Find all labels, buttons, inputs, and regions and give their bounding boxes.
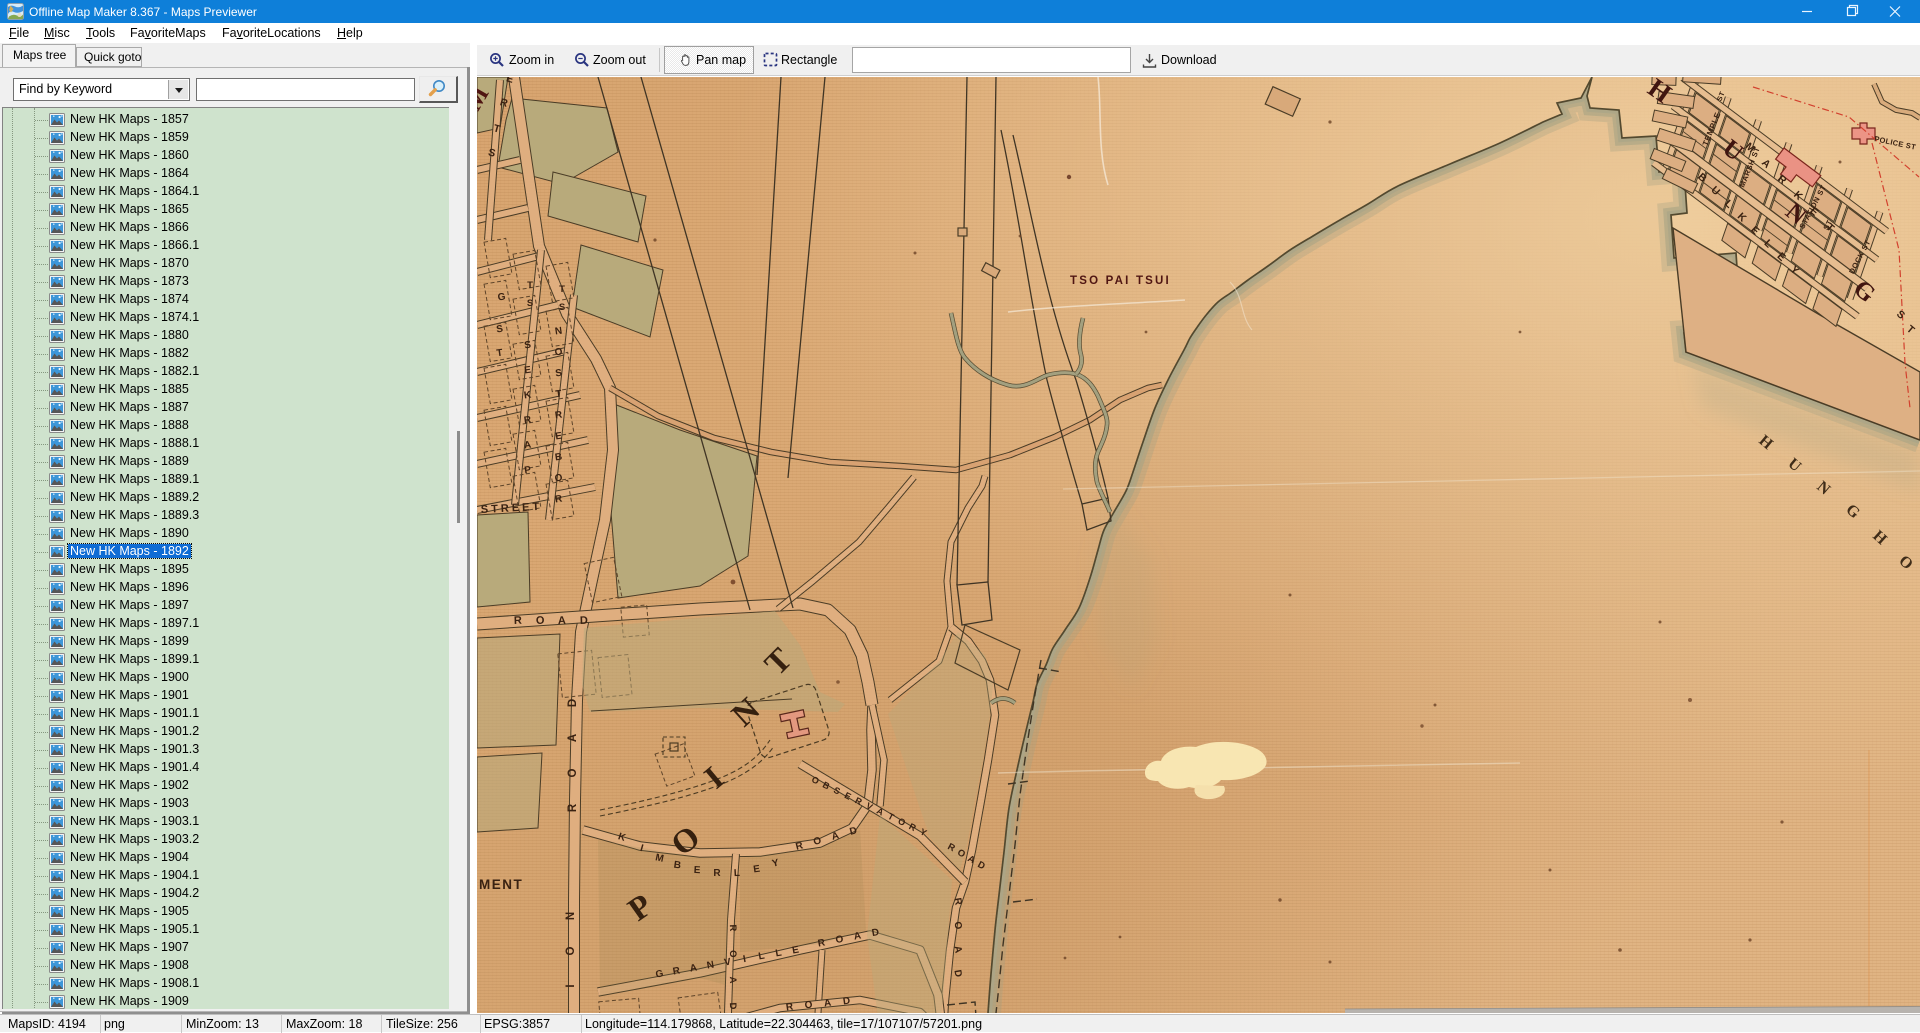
svg-text:N: N: [565, 912, 577, 920]
svg-text:O: O: [536, 615, 545, 627]
svg-text:D: D: [567, 699, 579, 707]
svg-text:N: N: [554, 326, 563, 338]
svg-text:S: S: [559, 302, 565, 313]
svg-text:MENT: MENT: [479, 877, 523, 892]
svg-text:L: L: [734, 868, 741, 879]
svg-text:R: R: [727, 924, 738, 931]
svg-text:O: O: [565, 946, 577, 955]
svg-text:A: A: [558, 615, 566, 627]
svg-text:T: T: [527, 280, 533, 291]
svg-text:A: A: [823, 998, 832, 1010]
svg-text:R: R: [567, 803, 579, 812]
svg-text:D: D: [727, 1002, 738, 1009]
svg-text:B: B: [673, 860, 682, 872]
svg-text:T: T: [559, 284, 565, 295]
svg-text:A: A: [727, 976, 738, 983]
svg-text:R: R: [514, 615, 522, 627]
svg-text:I: I: [565, 984, 577, 987]
svg-text:E: E: [694, 865, 702, 876]
svg-text:D: D: [580, 615, 588, 627]
svg-text:R: R: [713, 868, 721, 879]
svg-text:S: S: [527, 298, 533, 309]
svg-text:B: B: [554, 452, 563, 464]
svg-text:A: A: [567, 734, 579, 742]
svg-text:D: D: [842, 996, 851, 1008]
svg-text:O: O: [567, 768, 579, 777]
svg-text:TSO PAI TSUI: TSO PAI TSUI: [1070, 275, 1171, 287]
svg-text:A: A: [523, 440, 532, 452]
